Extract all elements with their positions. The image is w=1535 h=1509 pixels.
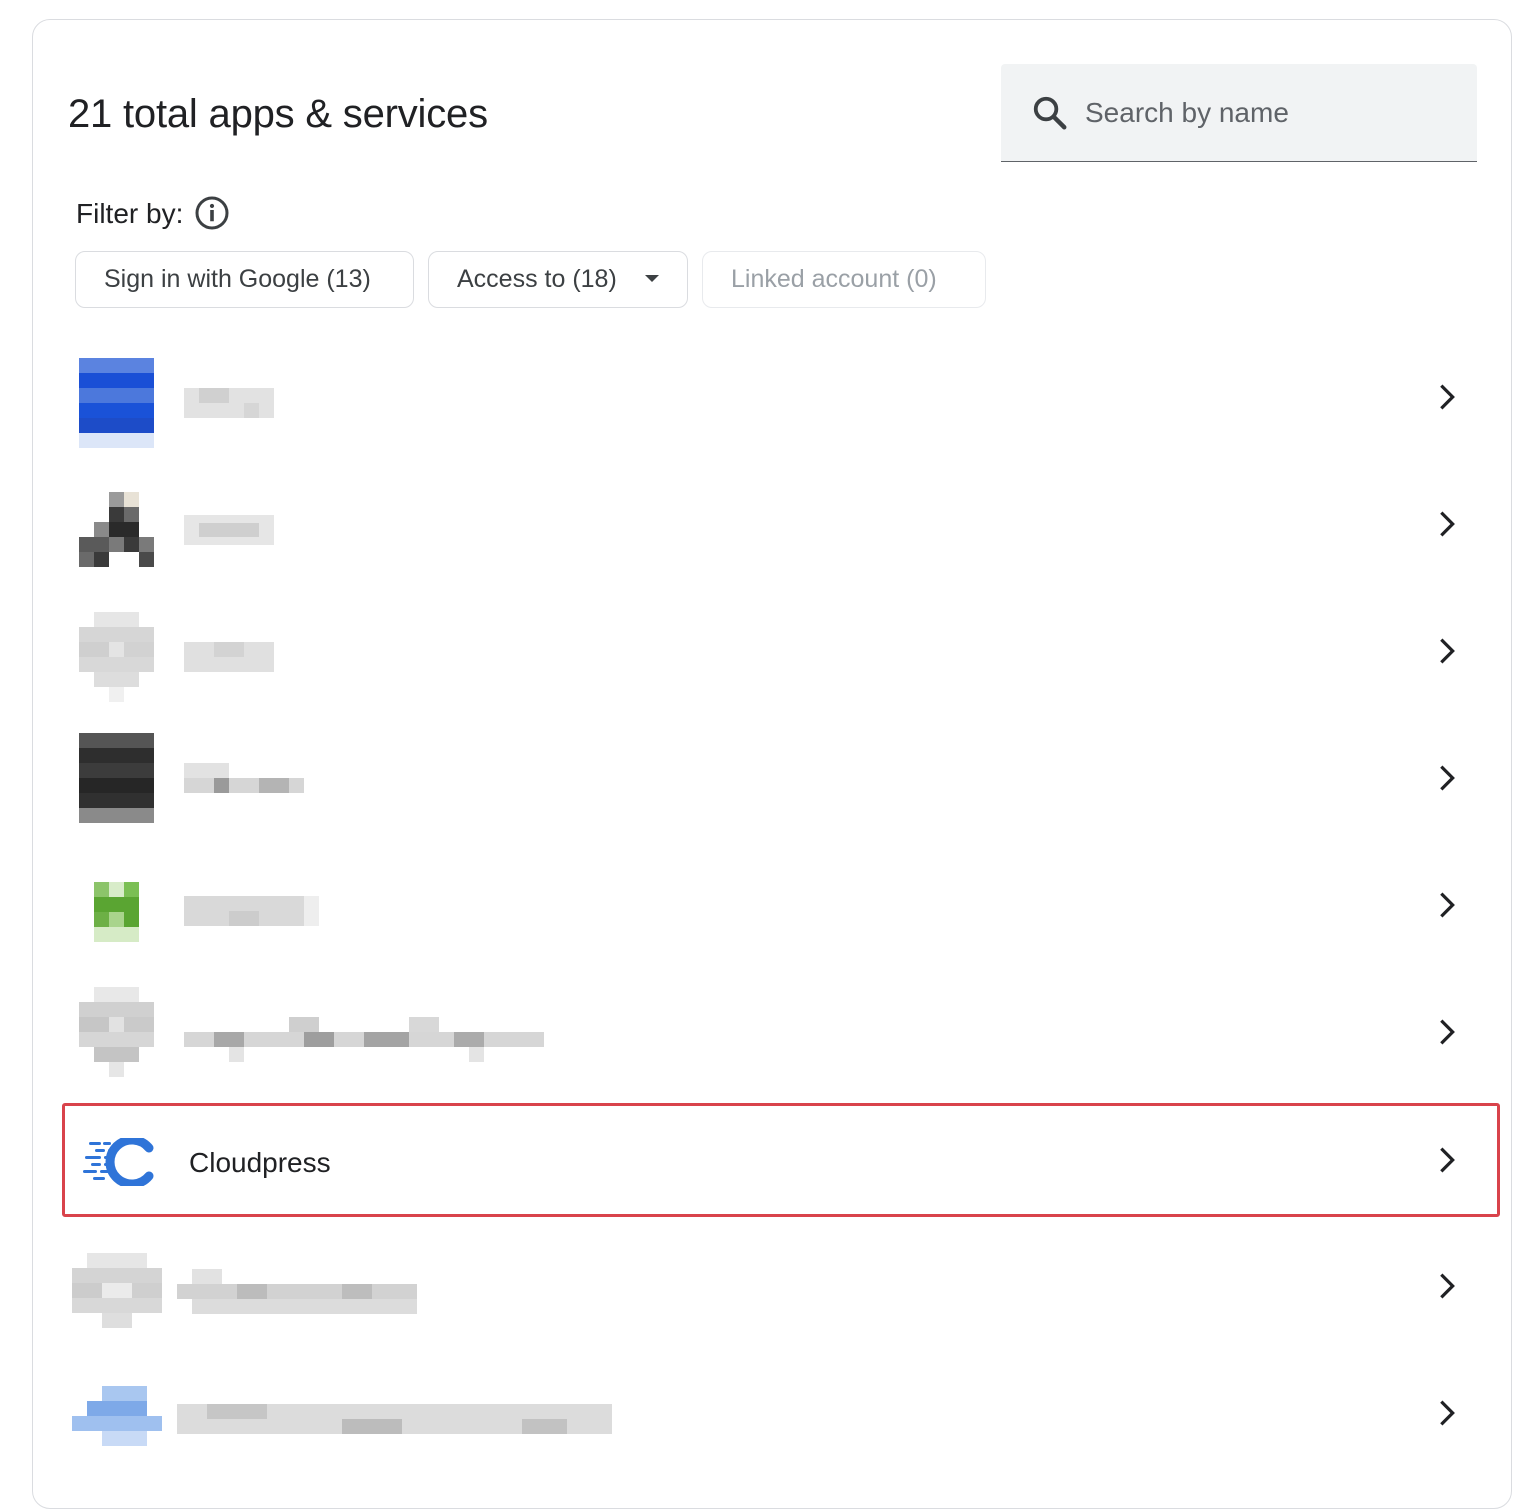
chip-label: Linked account (0) — [731, 265, 937, 293]
app-list-item[interactable] — [62, 1229, 1500, 1343]
filter-label: Filter by: — [76, 198, 184, 229]
chip-label: Access to (18) — [457, 265, 617, 293]
app-logo — [79, 733, 154, 823]
app-list-item[interactable] — [62, 721, 1500, 835]
dropdown-arrow-icon — [645, 275, 659, 282]
search-input[interactable] — [1085, 88, 1455, 138]
app-list-item[interactable] — [62, 848, 1500, 962]
app-list-item[interactable] — [62, 594, 1500, 708]
chevron-right-icon — [1440, 1147, 1455, 1173]
info-icon[interactable] — [194, 195, 230, 231]
chevron-right-icon — [1440, 892, 1455, 918]
chevron-right-icon — [1440, 1273, 1455, 1299]
obscured-app-name — [184, 896, 319, 926]
chevron-right-icon — [1440, 765, 1455, 791]
obscured-app-name — [184, 1017, 544, 1062]
search-box[interactable] — [1001, 64, 1477, 162]
app-logo — [79, 358, 154, 448]
cloudpress-logo-icon — [83, 1138, 154, 1186]
app-logo — [72, 1386, 162, 1450]
search-icon — [1033, 96, 1067, 130]
obscured-app-name — [184, 642, 274, 672]
filter-chip-sign-in-with-google[interactable]: Sign in with Google (13) — [75, 251, 414, 308]
obscured-app-name — [177, 1404, 612, 1434]
chevron-right-icon — [1440, 384, 1455, 410]
chevron-right-icon — [1440, 638, 1455, 664]
app-list-item[interactable] — [62, 975, 1500, 1089]
filter-chip-access-to[interactable]: Access to (18) — [428, 251, 688, 308]
app-logo — [94, 882, 139, 942]
app-logo — [79, 492, 154, 567]
page-title: 21 total apps & services — [68, 92, 488, 136]
obscured-app-name — [184, 388, 274, 418]
obscured-app-name — [184, 515, 274, 545]
obscured-app-name — [177, 1269, 417, 1314]
app-name: Cloudpress — [189, 1147, 331, 1178]
chevron-right-icon — [1440, 1019, 1455, 1045]
app-list-item[interactable] — [62, 1356, 1500, 1470]
chevron-right-icon — [1440, 1400, 1455, 1426]
app-logo — [72, 1253, 162, 1328]
app-logo — [79, 612, 154, 702]
filter-chip-linked-account: Linked account (0) — [702, 251, 986, 308]
app-list-item[interactable] — [62, 340, 1500, 454]
obscured-app-name — [184, 763, 304, 793]
app-logo — [79, 987, 154, 1077]
chevron-right-icon — [1440, 511, 1455, 537]
chip-label: Sign in with Google (13) — [104, 265, 371, 293]
app-list-item[interactable] — [62, 467, 1500, 581]
app-list-item-cloudpress[interactable]: Cloudpress — [62, 1103, 1500, 1217]
